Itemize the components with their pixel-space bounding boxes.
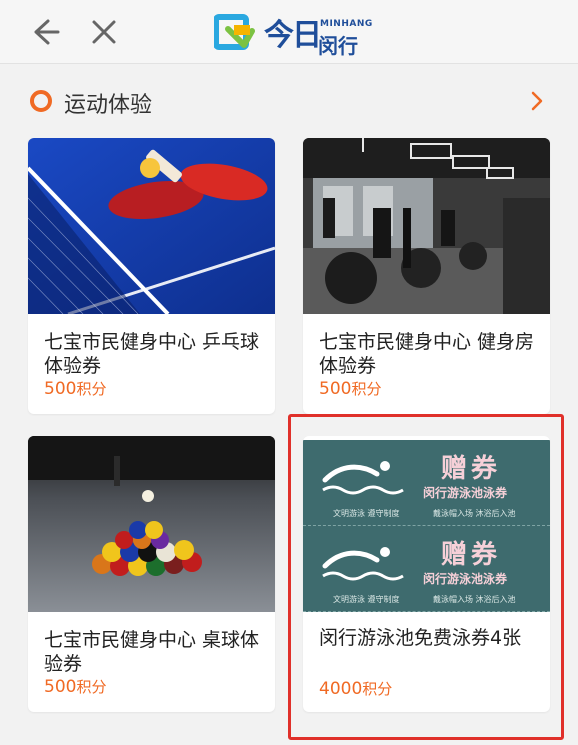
voucher-note-left: 文明游泳 遵守制度 [333, 595, 400, 604]
voucher-title: 赠券 [441, 454, 502, 484]
points-price: 500积分 [44, 676, 106, 697]
points-price: 500积分 [44, 378, 106, 399]
points-price: 500积分 [319, 378, 381, 399]
section-header[interactable]: 运动体验 [0, 78, 578, 122]
gym-image [303, 138, 550, 314]
swimmer-icon [322, 461, 404, 495]
voucher-ticket: 赠券 闵行游泳池泳券 文明游泳 遵守制度 戴泳帽入场 沐浴后入池 [303, 440, 550, 526]
points-unit: 积分 [76, 380, 107, 398]
logo-script-text: 今日 [264, 18, 322, 53]
close-icon[interactable] [86, 14, 122, 50]
card-table-tennis[interactable]: 七宝市民健身中心 乒乓球体验券 500积分 [28, 138, 275, 414]
billiards-image [28, 436, 275, 612]
card-swimming-voucher[interactable]: 赠券 闵行游泳池泳券 文明游泳 遵守制度 戴泳帽入场 沐浴后入池 赠券 闵行游泳… [303, 436, 550, 712]
circle-icon [30, 90, 52, 112]
points-unit: 积分 [351, 380, 382, 398]
logo-en-text: MINHANG [320, 19, 373, 29]
voucher-note-right: 戴泳帽入场 沐浴后入池 [433, 595, 516, 604]
points-unit: 积分 [76, 678, 107, 696]
voucher-title: 赠券 [441, 540, 502, 570]
chevron-right-icon[interactable] [524, 88, 550, 114]
points-value: 500 [319, 379, 352, 399]
card-title: 闵行游泳池免费泳券4张 [319, 627, 522, 649]
points-value: 500 [44, 379, 77, 399]
voucher-subtitle: 闵行游泳池泳券 [423, 572, 508, 586]
voucher-note-left: 文明游泳 遵守制度 [333, 509, 400, 518]
card-title: 七宝市民健身中心 桌球体验券 [44, 629, 260, 675]
section-title: 运动体验 [64, 93, 153, 118]
voucher-subtitle: 闵行游泳池泳券 [423, 486, 508, 500]
app-logo: 今日 MINHANG 闵行 [214, 8, 374, 58]
card-gym[interactable]: 七宝市民健身中心 健身房体验券 500积分 [303, 138, 550, 414]
voucher-ticket: 赠券 闵行游泳池泳券 文明游泳 遵守制度 戴泳帽入场 沐浴后入池 [303, 526, 550, 612]
back-arrow-icon[interactable] [26, 14, 62, 50]
logo-wordmark: 今日 MINHANG 闵行 [264, 8, 374, 58]
table-tennis-image [28, 138, 275, 314]
card-title: 七宝市民健身中心 健身房体验券 [319, 331, 535, 377]
logo-mark-icon [214, 14, 255, 50]
points-value: 4000 [319, 679, 363, 699]
points-value: 500 [44, 677, 77, 697]
top-nav-bar: 今日 MINHANG 闵行 [0, 0, 578, 64]
points-price: 4000积分 [319, 678, 392, 699]
swimmer-icon [322, 547, 404, 581]
card-title: 七宝市民健身中心 乒乓球体验券 [44, 331, 260, 377]
voucher-note-right: 戴泳帽入场 沐浴后入池 [433, 509, 516, 518]
swimming-voucher-image: 赠券 闵行游泳池泳券 文明游泳 遵守制度 戴泳帽入场 沐浴后入池 赠券 闵行游泳… [303, 440, 550, 616]
logo-cn-text: 闵行 [318, 34, 358, 58]
card-billiards[interactable]: 七宝市民健身中心 桌球体验券 500积分 [28, 436, 275, 712]
points-unit: 积分 [362, 680, 393, 698]
